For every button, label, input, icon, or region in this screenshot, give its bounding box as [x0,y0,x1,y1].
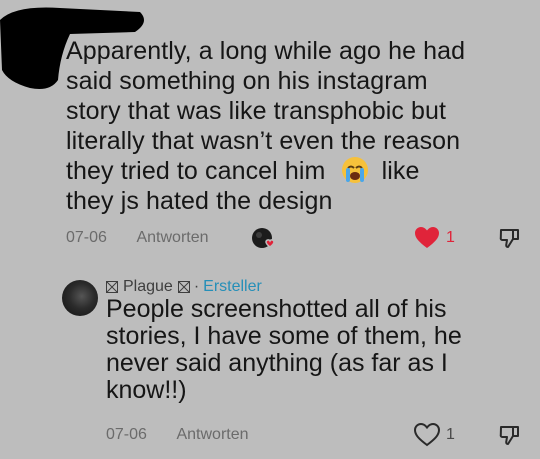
creator-liked-avatar [252,228,275,248]
x-box-icon [177,281,190,293]
heart-filled-icon [415,227,439,248]
comment-line-part: they tried to cancel him [66,157,326,185]
comment-line: story that was like transphobic but [66,97,447,125]
dislike-icon[interactable] [498,226,522,250]
reply-line: never said anything (as far as I [106,349,448,377]
comment-line: they tried to cancel him like [66,156,536,186]
dislike-icon[interactable] [498,423,522,447]
reply-line: People screenshotted all of his [106,295,447,323]
reply-line: know!!) [106,376,187,404]
reply-line: stories, I have some of them, he [106,322,462,350]
comment-line-part: like [381,157,420,185]
reply-date: 07-06 [106,426,147,443]
creator-badge: Ersteller [203,278,262,295]
comment-like-count: 1 [446,229,455,246]
loudly-crying-face-icon [341,157,368,183]
comment-date: 07-06 [66,229,107,246]
reply-avatar[interactable] [62,280,98,316]
x-box-icon [106,281,118,293]
comment-meta: 07-06 Antworten [66,229,209,247]
reply-like-button[interactable]: 1 [414,423,455,447]
comment-like-button[interactable]: 1 [414,226,455,250]
comment-line: said something on his instagram [66,67,428,95]
reply-author-separator: · [193,278,200,295]
reply-author-name[interactable]: Plague [123,278,173,296]
reply-text: People screenshotted all of his stories,… [106,296,531,404]
reply-author-line: Plague · Ersteller [106,278,262,296]
reply-reply-button[interactable]: Antworten [176,426,248,443]
comment-line: Apparently, a long while ago he had [66,37,466,65]
reply-meta: 07-06 Antworten [106,426,249,444]
comment-text: Apparently, a long while ago he had said… [66,36,536,216]
comment-reply-button[interactable]: Antworten [136,229,208,246]
heart-outline-icon [414,423,440,447]
comment-line: they js hated the design [66,187,333,215]
reply-like-count: 1 [446,426,455,443]
comment-line: literally that wasn’t even the reason [66,127,461,155]
